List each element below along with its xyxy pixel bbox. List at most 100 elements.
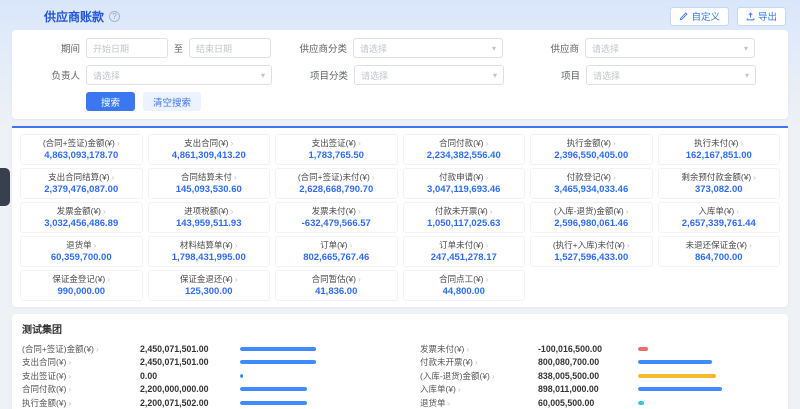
metric-bar-track [240,374,380,378]
metric-bar [638,401,644,405]
export-button[interactable]: 导出 [737,7,786,26]
topbar: 供应商账款 ? 自定义 导出 [0,0,800,30]
summary-tile[interactable]: 未退还保证金(¥) 864,700.00 [658,236,781,267]
tile-value: 2,596,980,061.46 [533,218,650,229]
metric-row[interactable]: 入库单(¥) 898,011,000.00 [420,383,778,397]
metric-bar [240,401,307,405]
start-date-placeholder: 开始日期 [93,42,129,55]
metric-row[interactable]: 发票未付(¥) -100,016,500.00 [420,342,778,356]
project-category-filter: 项目分类 请选择 [290,65,504,85]
tile-label: 进项税额(¥) [151,205,268,217]
summary-tile[interactable]: 进项税额(¥) 143,959,511.93 [148,202,271,233]
summary-tile[interactable]: 发票金额(¥) 3,032,456,486.89 [20,202,143,233]
customize-button[interactable]: 自定义 [670,7,729,26]
summary-tile[interactable]: 合同暂估(¥) 41,836.00 [275,270,398,301]
metric-value: 2,450,071,501.00 [140,344,240,354]
metric-label: 合同付款(¥) [22,383,140,395]
supplier-category-select[interactable]: 请选择 [353,38,503,58]
export-label: 导出 [758,9,777,23]
summary-tile[interactable]: 付款未开票(¥) 1,050,117,025.63 [403,202,526,233]
owner-label: 负责人 [22,68,80,82]
metric-bar-track [638,347,778,351]
export-icon [746,12,755,21]
summary-tile[interactable]: 发票未付(¥) -632,479,566.57 [275,202,398,233]
search-button[interactable]: 搜索 [86,92,135,111]
summary-tile[interactable]: 保证金退还(¥) 125,300.00 [148,270,271,301]
summary-tile[interactable]: 退货单 60,359,700.00 [20,236,143,267]
metric-row[interactable]: 退货单 60,005,500.00 [420,396,778,409]
metric-row[interactable]: (入库-退货)金额(¥) 838,005,500.00 [420,369,778,383]
end-date-input[interactable]: 结束日期 [189,38,271,58]
filter-panel: 期间 开始日期 至 结束日期 供应商分类 请选择 供应商 请选择 负责人 请选择… [12,30,788,119]
metric-bar [638,347,648,351]
summary-tile[interactable]: 入库单(¥) 2,657,339,761.44 [658,202,781,233]
tile-label: 保证金退还(¥) [151,273,268,285]
summary-tile[interactable]: 剩余预付款金额(¥) 373,082.00 [658,168,781,199]
metric-value: 2,200,071,502.00 [140,398,240,408]
tile-label: 发票金额(¥) [23,205,140,217]
summary-tile[interactable]: 保证金登记(¥) 990,000.00 [20,270,143,301]
tile-value: 44,800.00 [406,286,523,297]
summary-tile[interactable]: 执行金额(¥) 2,396,550,405.00 [530,134,653,165]
summary-tile[interactable]: 合同结算未付 145,093,530.60 [148,168,271,199]
metric-bar-track [638,360,778,364]
summary-tile[interactable]: (入库-退货)金额(¥) 2,596,980,061.46 [530,202,653,233]
summary-tile[interactable]: 执行未付(¥) 162,167,851.00 [658,134,781,165]
metric-row[interactable]: 支出签证(¥) 0.00 [22,369,380,383]
tile-value: -632,479,566.57 [278,218,395,229]
filter-actions: 搜索 清空搜索 [22,92,778,111]
tile-label: 支出合同结算(¥) [23,171,140,183]
summary-tile[interactable]: 合同付款(¥) 2,234,382,556.40 [403,134,526,165]
project-category-select[interactable]: 请选择 [354,65,504,85]
supplier-label: 供应商 [521,41,579,55]
tile-label: 付款申请(¥) [406,171,523,183]
supplier-category-label: 供应商分类 [289,41,347,55]
metric-label: 退货单 [420,397,538,409]
sidebar-collapse-handle[interactable] [0,168,10,206]
customize-label: 自定义 [691,9,720,23]
tile-value: 247,451,278.17 [406,252,523,263]
metric-label: 入库单(¥) [420,383,538,395]
project-select[interactable]: 请选择 [586,65,756,85]
summary-tile[interactable]: (合同+签证)金额(¥) 4,863,093,178.70 [20,134,143,165]
summary-tile[interactable]: 支出签证(¥) 1,783,765.50 [275,134,398,165]
filter-row-1: 期间 开始日期 至 结束日期 供应商分类 请选择 供应商 请选择 [22,38,778,58]
tile-label: 保证金登记(¥) [23,273,140,285]
tile-label: 订单(¥) [278,239,395,251]
owner-select[interactable]: 请选择 [86,65,272,85]
summary-tile[interactable]: 材料结算单(¥) 1,798,431,995.00 [148,236,271,267]
tile-label: (执行+入库)未付(¥) [533,239,650,251]
summary-tile[interactable]: 付款登记(¥) 3,465,934,033.46 [530,168,653,199]
summary-tile[interactable]: 支出合同(¥) 4,861,309,413.20 [148,134,271,165]
start-date-input[interactable]: 开始日期 [86,38,168,58]
tile-value: 2,379,476,087.00 [23,184,140,195]
metric-row[interactable]: (合同+签证)金额(¥) 2,450,071,501.00 [22,342,380,356]
summary-tile[interactable]: 支出合同结算(¥) 2,379,476,087.00 [20,168,143,199]
tile-value: 990,000.00 [23,286,140,297]
metric-row[interactable]: 执行金额(¥) 2,200,071,502.00 [22,396,380,409]
clear-search-button[interactable]: 清空搜索 [143,92,201,111]
metric-row[interactable]: 合同付款(¥) 2,200,000,000.00 [22,383,380,397]
project-category-label: 项目分类 [290,68,348,82]
summary-tile[interactable]: 合同点工(¥) 44,800.00 [403,270,526,301]
tile-label: 退货单 [23,239,140,251]
metric-bar [638,360,712,364]
metric-bar-track [638,387,778,391]
summary-tile[interactable]: 付款申请(¥) 3,047,119,693.46 [403,168,526,199]
summary-tile[interactable]: (合同+签证)未付(¥) 2,628,668,790.70 [275,168,398,199]
summary-tile[interactable]: 订单未付(¥) 247,451,278.17 [403,236,526,267]
summary-tile[interactable]: (执行+入库)未付(¥) 1,527,596,433.00 [530,236,653,267]
metric-row[interactable]: 付款未开票(¥) 800,080,700.00 [420,356,778,370]
tile-value: 41,836.00 [278,286,395,297]
tile-label: (合同+签证)金额(¥) [23,137,140,149]
tile-label: 剩余预付款金额(¥) [661,171,778,183]
metric-row[interactable]: 支出合同(¥) 2,450,071,501.00 [22,356,380,370]
help-icon[interactable]: ? [109,11,120,22]
summary-tile[interactable]: 订单(¥) 802,665,767.46 [275,236,398,267]
metric-value: 838,005,500.00 [538,371,638,381]
supplier-select[interactable]: 请选择 [585,38,755,58]
tile-label: 执行未付(¥) [661,137,778,149]
supplier-category-filter: 供应商分类 请选择 [289,38,503,58]
tile-label: 合同付款(¥) [406,137,523,149]
tile-value: 3,047,119,693.46 [406,184,523,195]
